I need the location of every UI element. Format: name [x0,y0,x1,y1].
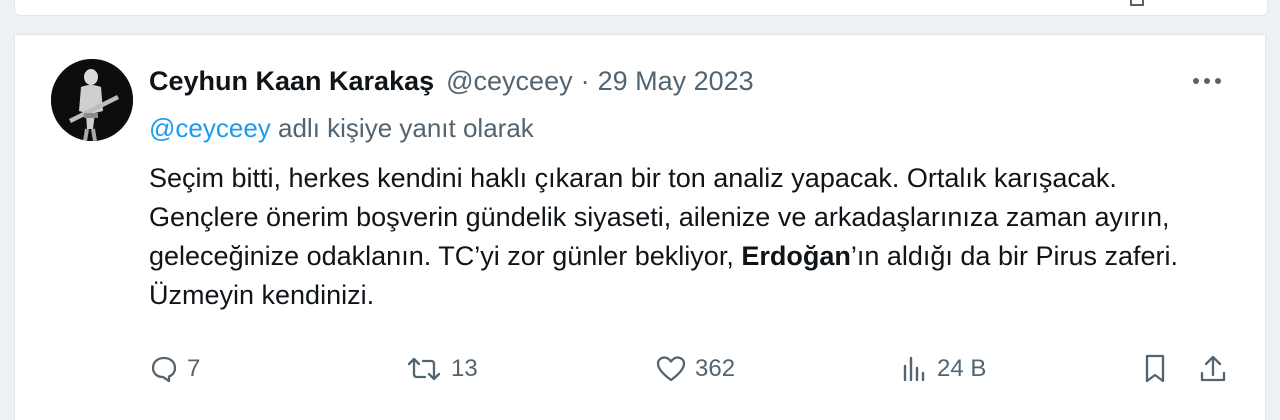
speech-bubble-icon [149,354,179,384]
tweet-text-bold: Erdoğan [741,241,851,271]
retweet-button[interactable]: 13 [405,349,478,389]
more-options-button[interactable] [1187,69,1227,93]
tweet-actions: 7 13 362 24 B [149,349,1239,389]
views-button[interactable]: 24 B [899,349,986,389]
reply-mention-link[interactable]: @ceyceey [149,113,271,143]
reply-button[interactable]: 7 [149,349,200,389]
tweet-date[interactable]: 29 May 2023 [598,66,754,97]
bar-chart-icon [899,354,929,384]
like-count: 362 [695,355,736,382]
avatar[interactable] [51,59,133,141]
heart-icon [655,354,687,384]
views-count: 24 B [937,355,987,382]
separator-dot: · [580,65,590,96]
retweet-arrows-icon [405,354,443,384]
tweet-card[interactable]: Ceyhun Kaan Karakaş @ceyceey · 29 May 20… [14,34,1266,420]
reply-context-text: adlı kişiye yanıt olarak [270,113,534,143]
reply-context: @ceyceey adlı kişiye yanıt olarak [149,113,534,144]
retweet-count: 13 [451,355,478,382]
more-horizontal-icon [1191,72,1223,90]
author-handle[interactable]: @ceyceey [446,66,572,97]
bookmark-button[interactable] [1141,349,1169,389]
share-button[interactable] [1197,349,1229,389]
previous-tweet-card [14,0,1268,16]
author-name[interactable]: Ceyhun Kaan Karakaş [149,66,434,97]
bookmark-icon [1141,353,1169,385]
tweet-text: Seçim bitti, herkes kendini haklı çıkara… [149,159,1209,315]
tweet-header: Ceyhun Kaan Karakaş @ceyceey · 29 May 20… [149,63,754,99]
like-button[interactable]: 362 [655,349,735,389]
share-upload-icon [1197,353,1229,385]
reply-count: 7 [187,355,201,382]
share-icon[interactable] [1130,0,1144,6]
